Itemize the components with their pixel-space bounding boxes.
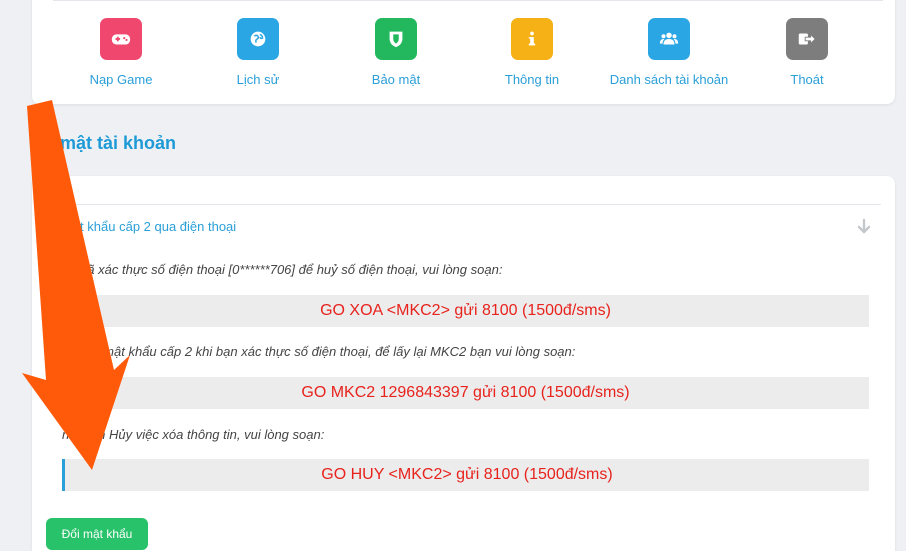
sms-code-recover: GO MKC2 1296843397 gửi 8100 (1500đ/sms)	[62, 377, 869, 409]
note-recover-mkc2: C2 : là mật khẩu cấp 2 khi bạn xác thực …	[62, 344, 576, 359]
shield-icon	[375, 18, 417, 60]
menu-label: Danh sách tài khoản	[609, 72, 729, 87]
menu-item-thong-tin[interactable]: Thông tin	[457, 18, 607, 87]
section-title: o mật tài khoản	[44, 133, 177, 153]
gamepad-icon	[100, 18, 142, 60]
menu-label: Lịch sử	[236, 72, 280, 87]
users-icon	[648, 18, 690, 60]
menu-item-danh-sach-tai-khoan[interactable]: Danh sách tài khoản	[594, 18, 744, 87]
logout-icon	[786, 18, 828, 60]
menu-card: Nạp Game Lịch sử Bảo mật Thông tin Danh …	[32, 0, 895, 104]
menu-label: Nạp Game	[89, 72, 153, 87]
menu-divider	[53, 0, 883, 1]
sms-code-remove: GO XOA <MKC2> gửi 8100 (1500đ/sms)	[62, 295, 869, 327]
panel-divider	[60, 204, 881, 205]
arrow-down-icon[interactable]	[855, 218, 873, 236]
globe-icon	[237, 18, 279, 60]
security-card: Mật khẩu cấp 2 qua điện thoại ạn đã xác …	[32, 176, 895, 551]
menu-item-bao-mat[interactable]: Bảo mật	[321, 18, 471, 87]
menu-item-nap-game[interactable]: Nạp Game	[46, 18, 196, 87]
info-icon	[511, 18, 553, 60]
note-cancel-delete: n muốn Hủy việc xóa thông tin, vui lòng …	[62, 427, 325, 442]
menu-item-thoat[interactable]: Thoát	[732, 18, 882, 87]
menu-label: Thông tin	[504, 72, 560, 87]
panel-title[interactable]: Mật khẩu cấp 2 qua điện thoại	[62, 219, 236, 234]
sms-code-cancel: GO HUY <MKC2> gửi 8100 (1500đ/sms)	[62, 459, 869, 491]
menu-label: Thoát	[790, 72, 824, 87]
menu-label: Bảo mật	[371, 72, 421, 87]
change-password-button[interactable]: Đổi mật khẩu	[46, 518, 148, 550]
menu-item-lich-su[interactable]: Lịch sử	[183, 18, 333, 87]
note-remove-phone: ạn đã xác thực số điện thoại [0******706…	[62, 262, 503, 277]
